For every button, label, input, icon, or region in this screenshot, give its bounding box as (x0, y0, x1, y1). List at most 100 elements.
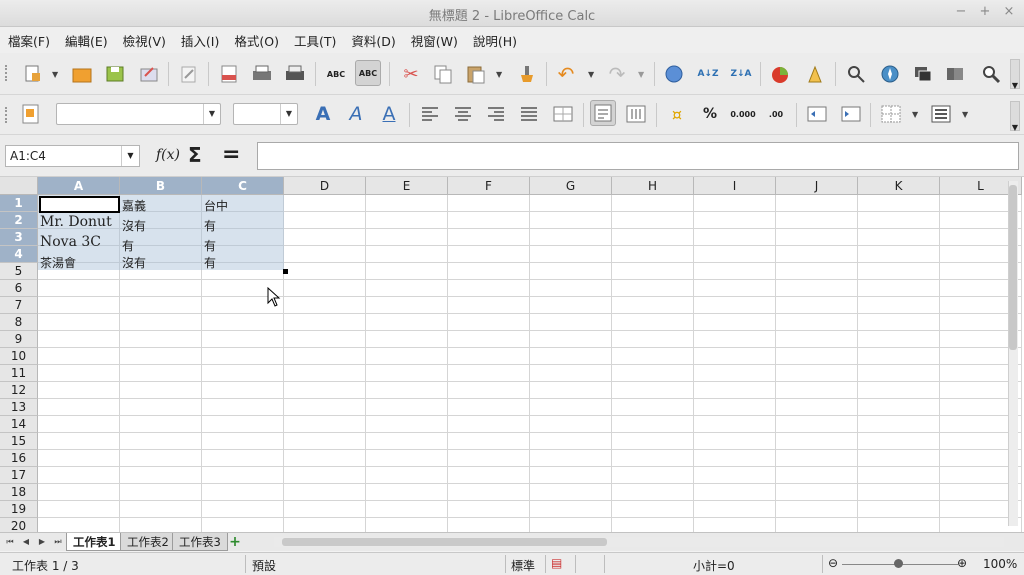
cell-C4[interactable]: 有 (204, 254, 216, 271)
copy-icon[interactable] (430, 61, 456, 87)
decrease-indent-icon[interactable] (804, 101, 830, 127)
row-header-5[interactable]: 5 (0, 263, 38, 280)
underline-icon[interactable]: A (376, 101, 402, 127)
undo-icon[interactable]: ↶ (553, 61, 579, 87)
formula-input[interactable] (257, 142, 1019, 170)
row-header-11[interactable]: 11 (0, 365, 38, 382)
row-header-17[interactable]: 17 (0, 467, 38, 484)
undo-dropdown-icon[interactable]: ▼ (588, 70, 594, 79)
chevron-down-icon[interactable]: ▼ (121, 146, 139, 166)
column-header-F[interactable]: F (448, 177, 530, 195)
align-left-icon[interactable] (417, 101, 443, 127)
row-header-12[interactable]: 12 (0, 382, 38, 399)
font-name-box[interactable]: ▼ (56, 103, 221, 125)
find-replace-icon[interactable] (843, 61, 869, 87)
sheet-tab-3[interactable]: 工作表3 (172, 533, 228, 551)
sheet-tab-2[interactable]: 工作表2 (120, 533, 176, 551)
save-icon[interactable] (102, 61, 128, 87)
toolbar-grip[interactable] (5, 107, 8, 123)
align-vertical-icon[interactable] (623, 101, 649, 127)
toolbar-overflow-icon[interactable]: ▼ (1010, 59, 1020, 90)
export-icon[interactable] (136, 61, 162, 87)
font-size-box[interactable]: ▼ (233, 103, 298, 125)
column-header-J[interactable]: J (776, 177, 858, 195)
row-header-6[interactable]: 6 (0, 280, 38, 297)
cell-B4[interactable]: 沒有 (122, 254, 146, 271)
cell-A2[interactable]: Mr. Donut (40, 214, 120, 230)
insert-chart-icon[interactable] (768, 61, 794, 87)
styles-icon[interactable] (18, 101, 44, 127)
zoom-level[interactable]: 100% (983, 557, 1017, 571)
row-header-4[interactable]: 4 (0, 246, 38, 263)
cell-B1[interactable]: 嘉義 (122, 197, 146, 214)
autospellcheck-icon[interactable]: ABC (355, 60, 381, 86)
function-icon[interactable]: = (222, 142, 240, 167)
zoom-slider-knob[interactable] (894, 559, 903, 568)
column-header-G[interactable]: G (530, 177, 612, 195)
sort-descending-icon[interactable]: Z↓A (728, 61, 754, 87)
menu-data[interactable]: 資料(D) (351, 31, 395, 50)
percent-icon[interactable]: % (697, 101, 723, 127)
add-decimal-icon[interactable]: 0.000 (730, 101, 756, 127)
column-header-B[interactable]: B (120, 177, 202, 195)
last-sheet-icon[interactable]: ⏭ (52, 535, 64, 549)
cell-A4[interactable]: 茶湯會 (40, 254, 76, 271)
border-style-dropdown-icon[interactable]: ▼ (962, 110, 968, 119)
navigator-icon[interactable] (877, 61, 903, 87)
name-box[interactable]: A1:C4 ▼ (5, 145, 140, 167)
row-header-3[interactable]: 3 (0, 229, 38, 246)
currency-icon[interactable]: ¤ (664, 101, 690, 127)
toolbar-grip[interactable] (5, 65, 8, 81)
cell-A3[interactable]: Nova 3C (40, 234, 101, 250)
fill-handle[interactable] (283, 269, 288, 274)
cell-B3[interactable]: 有 (122, 237, 134, 254)
align-right-icon[interactable] (483, 101, 509, 127)
paste-icon[interactable] (463, 61, 489, 87)
paste-dropdown-icon[interactable]: ▼ (496, 70, 502, 79)
borders-icon[interactable] (878, 101, 904, 127)
sheet-tab-1[interactable]: 工作表1 (66, 533, 123, 551)
print-icon[interactable] (249, 61, 275, 87)
increase-indent-icon[interactable] (838, 101, 864, 127)
page-style[interactable]: 預設 (252, 557, 276, 574)
chevron-down-icon[interactable]: ▼ (203, 104, 220, 124)
menu-help[interactable]: 說明(H) (473, 31, 517, 50)
toolbar-overflow-icon[interactable]: ▼ (1010, 101, 1020, 132)
first-sheet-icon[interactable]: ⏮ (4, 535, 16, 549)
merge-cells-icon[interactable] (550, 101, 576, 127)
export-pdf-icon[interactable] (216, 61, 242, 87)
row-header-13[interactable]: 13 (0, 399, 38, 416)
column-header-C[interactable]: C (202, 177, 284, 195)
cut-icon[interactable]: ✂ (398, 61, 424, 87)
menu-edit[interactable]: 編輯(E) (65, 31, 108, 50)
edit-file-icon[interactable] (176, 61, 202, 87)
justify-icon[interactable] (516, 101, 542, 127)
italic-icon[interactable]: A (343, 101, 369, 127)
column-header-I[interactable]: I (694, 177, 776, 195)
horizontal-scroll-thumb[interactable] (282, 538, 607, 546)
clone-formatting-icon[interactable] (514, 61, 540, 87)
sum-icon[interactable]: Σ (188, 143, 202, 167)
row-header-20[interactable]: 20 (0, 518, 38, 532)
row-header-9[interactable]: 9 (0, 331, 38, 348)
bold-icon[interactable]: A (310, 101, 336, 127)
column-header-H[interactable]: H (612, 177, 694, 195)
column-header-D[interactable]: D (284, 177, 366, 195)
insert-mode[interactable]: 標準 (511, 557, 535, 574)
data-sources-icon[interactable] (942, 61, 968, 87)
borders-dropdown-icon[interactable]: ▼ (912, 110, 918, 119)
close-button[interactable]: × (1002, 4, 1016, 19)
menu-window[interactable]: 視窗(W) (411, 31, 458, 50)
prev-sheet-icon[interactable]: ◀ (20, 535, 32, 549)
menu-tools[interactable]: 工具(T) (294, 31, 336, 50)
menu-format[interactable]: 格式(O) (234, 31, 279, 50)
cell-C2[interactable]: 有 (204, 217, 216, 234)
select-all-corner[interactable] (0, 177, 38, 195)
sort-ascending-icon[interactable]: A↓Z (695, 61, 721, 87)
minimize-button[interactable]: − (954, 4, 968, 19)
row-header-18[interactable]: 18 (0, 484, 38, 501)
gallery-icon[interactable] (910, 61, 936, 87)
row-header-8[interactable]: 8 (0, 314, 38, 331)
zoom-in-icon[interactable]: ⊕ (957, 556, 967, 570)
redo-icon[interactable]: ↷ (604, 61, 630, 87)
